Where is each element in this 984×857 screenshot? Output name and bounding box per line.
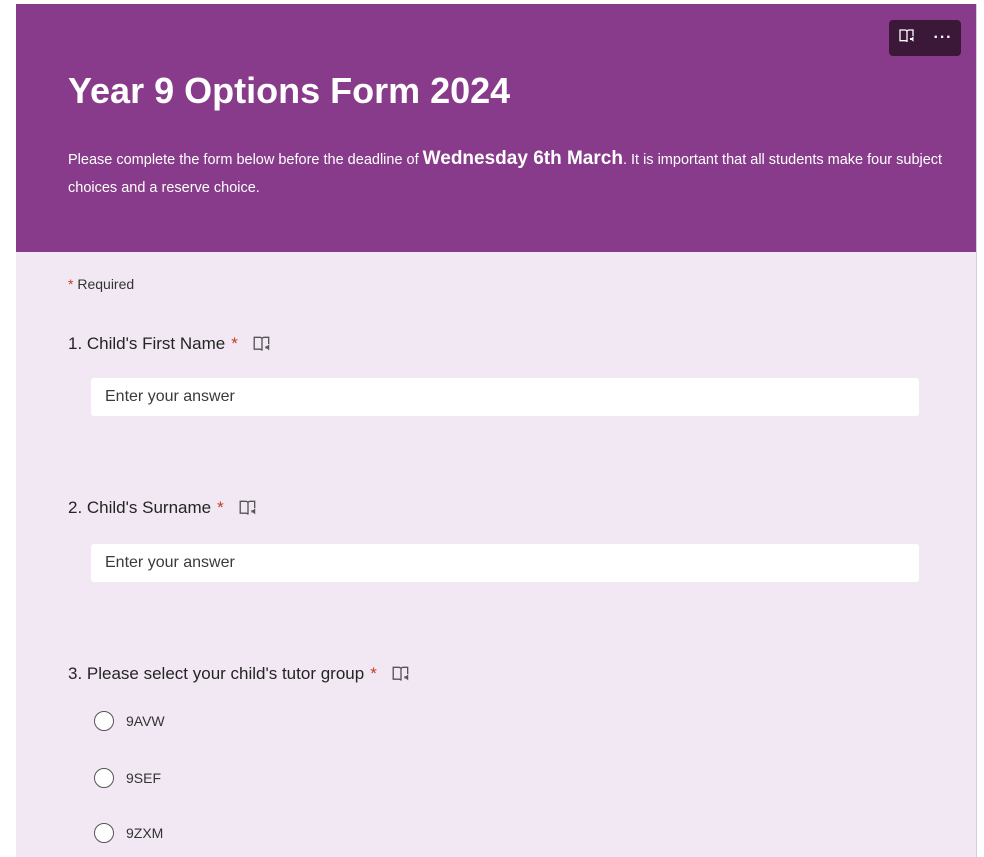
- question-label: 1. Child's First Name: [68, 334, 226, 353]
- more-options-button[interactable]: ···: [928, 23, 958, 53]
- form-page: ··· Year 9 Options Form 2024 Please comp…: [16, 4, 977, 857]
- option-label: 9ZXM: [126, 825, 164, 841]
- form-title: Year 9 Options Form 2024: [68, 70, 511, 111]
- question-label: 2. Child's Surname: [68, 498, 212, 517]
- radio-button[interactable]: [94, 768, 114, 788]
- deadline-text: Wednesday 6th March: [422, 148, 623, 169]
- option-label: 9SEF: [126, 770, 162, 786]
- required-star: *: [370, 664, 377, 683]
- tutor-group-option[interactable]: 9AVW: [94, 711, 165, 731]
- immersive-reader-icon[interactable]: [391, 665, 411, 683]
- more-icon: ···: [933, 29, 953, 46]
- first-name-input[interactable]: [91, 378, 919, 416]
- question-label: 3. Please select your child's tutor grou…: [68, 664, 365, 683]
- description-text: Please complete the form below before th…: [68, 152, 423, 168]
- radio-button[interactable]: [94, 711, 114, 731]
- immersive-reader-icon[interactable]: [252, 335, 272, 353]
- option-label: 9AVW: [126, 713, 165, 729]
- question-2-title: 2. Child's Surname *: [68, 498, 258, 518]
- tutor-group-option[interactable]: 9ZXM: [94, 823, 163, 843]
- immersive-reader-icon: [898, 28, 916, 49]
- tutor-group-option[interactable]: 9SEF: [94, 768, 161, 788]
- form-description: Please complete the form below before th…: [68, 145, 968, 202]
- question-3-title: 3. Please select your child's tutor grou…: [68, 664, 411, 684]
- required-star: *: [217, 498, 224, 517]
- required-label: Required: [77, 276, 135, 292]
- header-toolbar: ···: [889, 20, 961, 56]
- required-note: * Required: [68, 276, 134, 292]
- question-1-title: 1. Child's First Name *: [68, 334, 272, 354]
- surname-input[interactable]: [91, 544, 919, 582]
- form-header: ··· Year 9 Options Form 2024 Please comp…: [16, 4, 976, 252]
- required-star: *: [68, 276, 74, 292]
- immersive-reader-icon[interactable]: [238, 499, 258, 517]
- immersive-reader-button[interactable]: [892, 23, 922, 53]
- required-star: *: [231, 334, 238, 353]
- radio-button[interactable]: [94, 823, 114, 843]
